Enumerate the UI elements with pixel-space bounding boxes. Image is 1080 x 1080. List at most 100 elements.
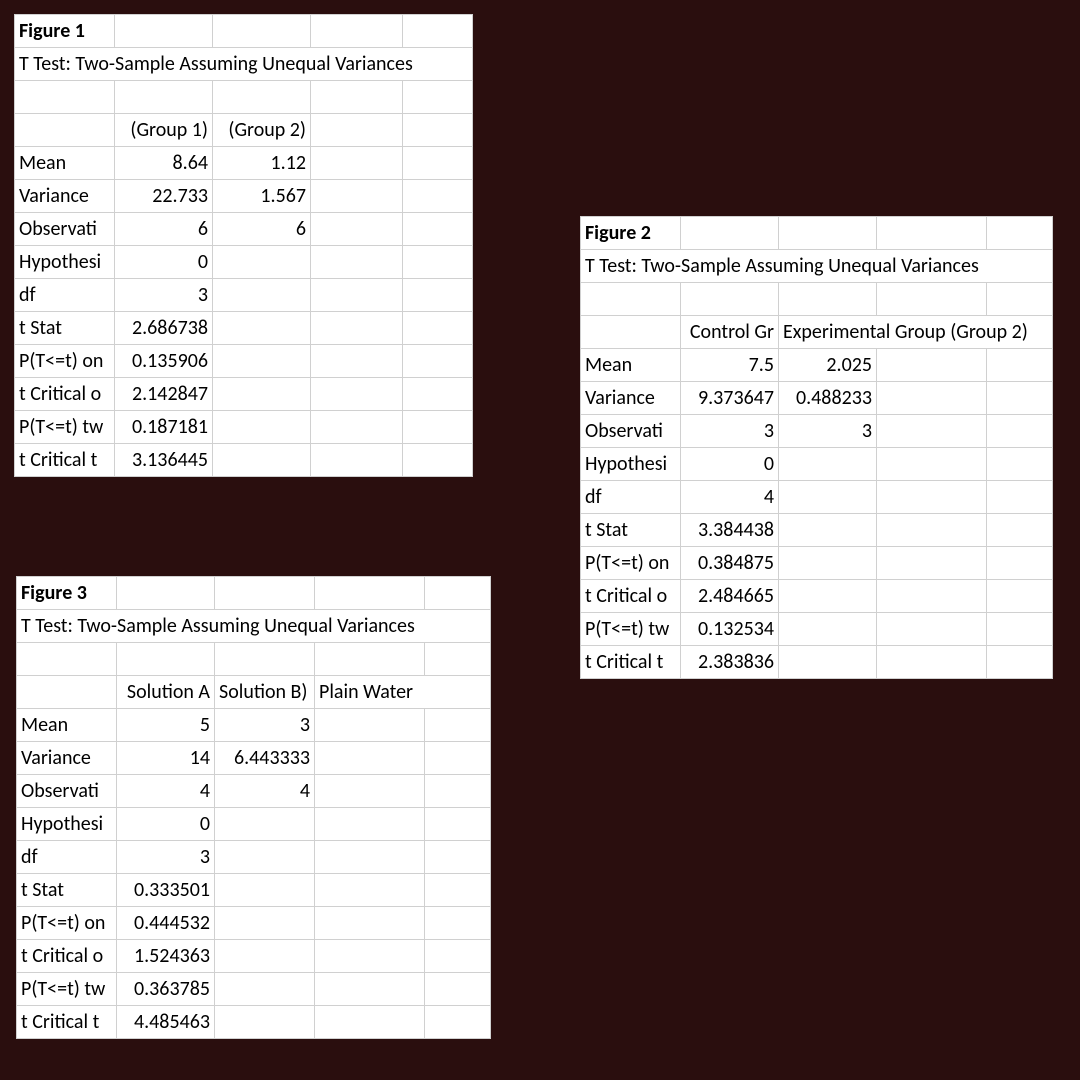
group-header-3: Plain Water xyxy=(315,676,491,709)
cell: 2.484665 xyxy=(681,580,779,613)
cell: 3 xyxy=(215,709,315,742)
cell: 2.025 xyxy=(779,349,877,382)
table-row: Hypothesi0 xyxy=(17,808,491,841)
row-label: df xyxy=(581,481,681,514)
cell: 0.135906 xyxy=(115,345,213,378)
group-header-2: (Group 2) xyxy=(213,114,311,147)
table-row: P(T<=t) on0.444532 xyxy=(17,907,491,940)
row-label: t Critical t xyxy=(581,646,681,679)
table-row: Control GrExperimental Group (Group 2) xyxy=(581,316,1053,349)
cell: 0.187181 xyxy=(115,411,213,444)
row-label: Observati xyxy=(17,775,117,808)
table-row: Figure 3 xyxy=(17,577,491,610)
figure-1-table: Figure 1 T Test: Two-Sample Assuming Une… xyxy=(14,14,473,477)
row-label: Mean xyxy=(15,147,115,180)
table-row: Hypothesi0 xyxy=(15,246,473,279)
cell: 2.686738 xyxy=(115,312,213,345)
cell: 2.142847 xyxy=(115,378,213,411)
table-row: df3 xyxy=(15,279,473,312)
table-row: t Critical o2.142847 xyxy=(15,378,473,411)
row-label: df xyxy=(17,841,117,874)
table-row: Observati44 xyxy=(17,775,491,808)
figure-title: Figure 3 xyxy=(17,577,117,610)
table-row: Figure 2 xyxy=(581,217,1053,250)
test-title: T Test: Two-Sample Assuming Unequal Vari… xyxy=(15,48,473,81)
table-row: Variance9.3736470.488233 xyxy=(581,382,1053,415)
group-header-1: Solution A xyxy=(117,676,215,709)
cell: 3 xyxy=(117,841,215,874)
table-row: P(T<=t) tw0.363785 xyxy=(17,973,491,1006)
group-header-2: Solution B) xyxy=(215,676,315,709)
table-row: t Critical o1.524363 xyxy=(17,940,491,973)
table-row: t Critical t2.383836 xyxy=(581,646,1053,679)
row-label: Mean xyxy=(581,349,681,382)
table-row: Figure 1 xyxy=(15,15,473,48)
cell: 1.524363 xyxy=(117,940,215,973)
row-label: t Stat xyxy=(15,312,115,345)
row-label: P(T<=t) tw xyxy=(17,973,117,1006)
cell: 1.567 xyxy=(213,180,311,213)
row-label: Variance xyxy=(581,382,681,415)
row-label: t Stat xyxy=(581,514,681,547)
cell: 0.333501 xyxy=(117,874,215,907)
table-row: Variance146.443333 xyxy=(17,742,491,775)
table-row: t Stat2.686738 xyxy=(15,312,473,345)
table-row: Hypothesi0 xyxy=(581,448,1053,481)
cell: 0.363785 xyxy=(117,973,215,1006)
cell: 3 xyxy=(681,415,779,448)
table-row: t Critical o2.484665 xyxy=(581,580,1053,613)
figure-title: Figure 2 xyxy=(581,217,681,250)
row-label: t Critical o xyxy=(17,940,117,973)
cell: 0 xyxy=(115,246,213,279)
figure-3-table: Figure 3 T Test: Two-Sample Assuming Une… xyxy=(16,576,491,1039)
table-row: Solution ASolution B)Plain Water xyxy=(17,676,491,709)
table-row: df4 xyxy=(581,481,1053,514)
row-label: Observati xyxy=(15,213,115,246)
cell: 0.132534 xyxy=(681,613,779,646)
row-label: t Critical t xyxy=(17,1006,117,1039)
cell: 0.384875 xyxy=(681,547,779,580)
cell: 3.384438 xyxy=(681,514,779,547)
row-label: t Critical o xyxy=(15,378,115,411)
table-row: Variance22.7331.567 xyxy=(15,180,473,213)
table-row: Observati33 xyxy=(581,415,1053,448)
table-row: Observati66 xyxy=(15,213,473,246)
table-row: t Critical t4.485463 xyxy=(17,1006,491,1039)
cell: 3 xyxy=(115,279,213,312)
cell: 4 xyxy=(117,775,215,808)
table-row: Mean8.641.12 xyxy=(15,147,473,180)
figure-2-table: Figure 2 T Test: Two-Sample Assuming Une… xyxy=(580,216,1053,679)
cell: 8.64 xyxy=(115,147,213,180)
group-header-1: Control Gr xyxy=(681,316,779,349)
table-row: T Test: Two-Sample Assuming Unequal Vari… xyxy=(17,610,491,643)
table-row: t Stat0.333501 xyxy=(17,874,491,907)
cell: 6 xyxy=(115,213,213,246)
row-label: P(T<=t) tw xyxy=(581,613,681,646)
row-label: t Stat xyxy=(17,874,117,907)
cell: 0.444532 xyxy=(117,907,215,940)
cell: 0 xyxy=(117,808,215,841)
row-label: df xyxy=(15,279,115,312)
row-label: P(T<=t) on xyxy=(581,547,681,580)
table-row: P(T<=t) on0.135906 xyxy=(15,345,473,378)
cell: 6 xyxy=(213,213,311,246)
cell: 2.383836 xyxy=(681,646,779,679)
row-label: P(T<=t) on xyxy=(15,345,115,378)
cell: 3 xyxy=(779,415,877,448)
table-row: T Test: Two-Sample Assuming Unequal Vari… xyxy=(15,48,473,81)
table-row: Mean7.52.025 xyxy=(581,349,1053,382)
group-header-2: Experimental Group (Group 2) xyxy=(779,316,1053,349)
cell: 9.373647 xyxy=(681,382,779,415)
row-label: Observati xyxy=(581,415,681,448)
table-row: T Test: Two-Sample Assuming Unequal Vari… xyxy=(581,250,1053,283)
cell: 6.443333 xyxy=(215,742,315,775)
table-row xyxy=(15,81,473,114)
cell: 22.733 xyxy=(115,180,213,213)
table-row: df3 xyxy=(17,841,491,874)
cell: 1.12 xyxy=(213,147,311,180)
row-label: t Critical t xyxy=(15,444,115,477)
row-label: P(T<=t) on xyxy=(17,907,117,940)
row-label: Variance xyxy=(15,180,115,213)
row-label: Hypothesi xyxy=(581,448,681,481)
table-row: P(T<=t) tw0.187181 xyxy=(15,411,473,444)
